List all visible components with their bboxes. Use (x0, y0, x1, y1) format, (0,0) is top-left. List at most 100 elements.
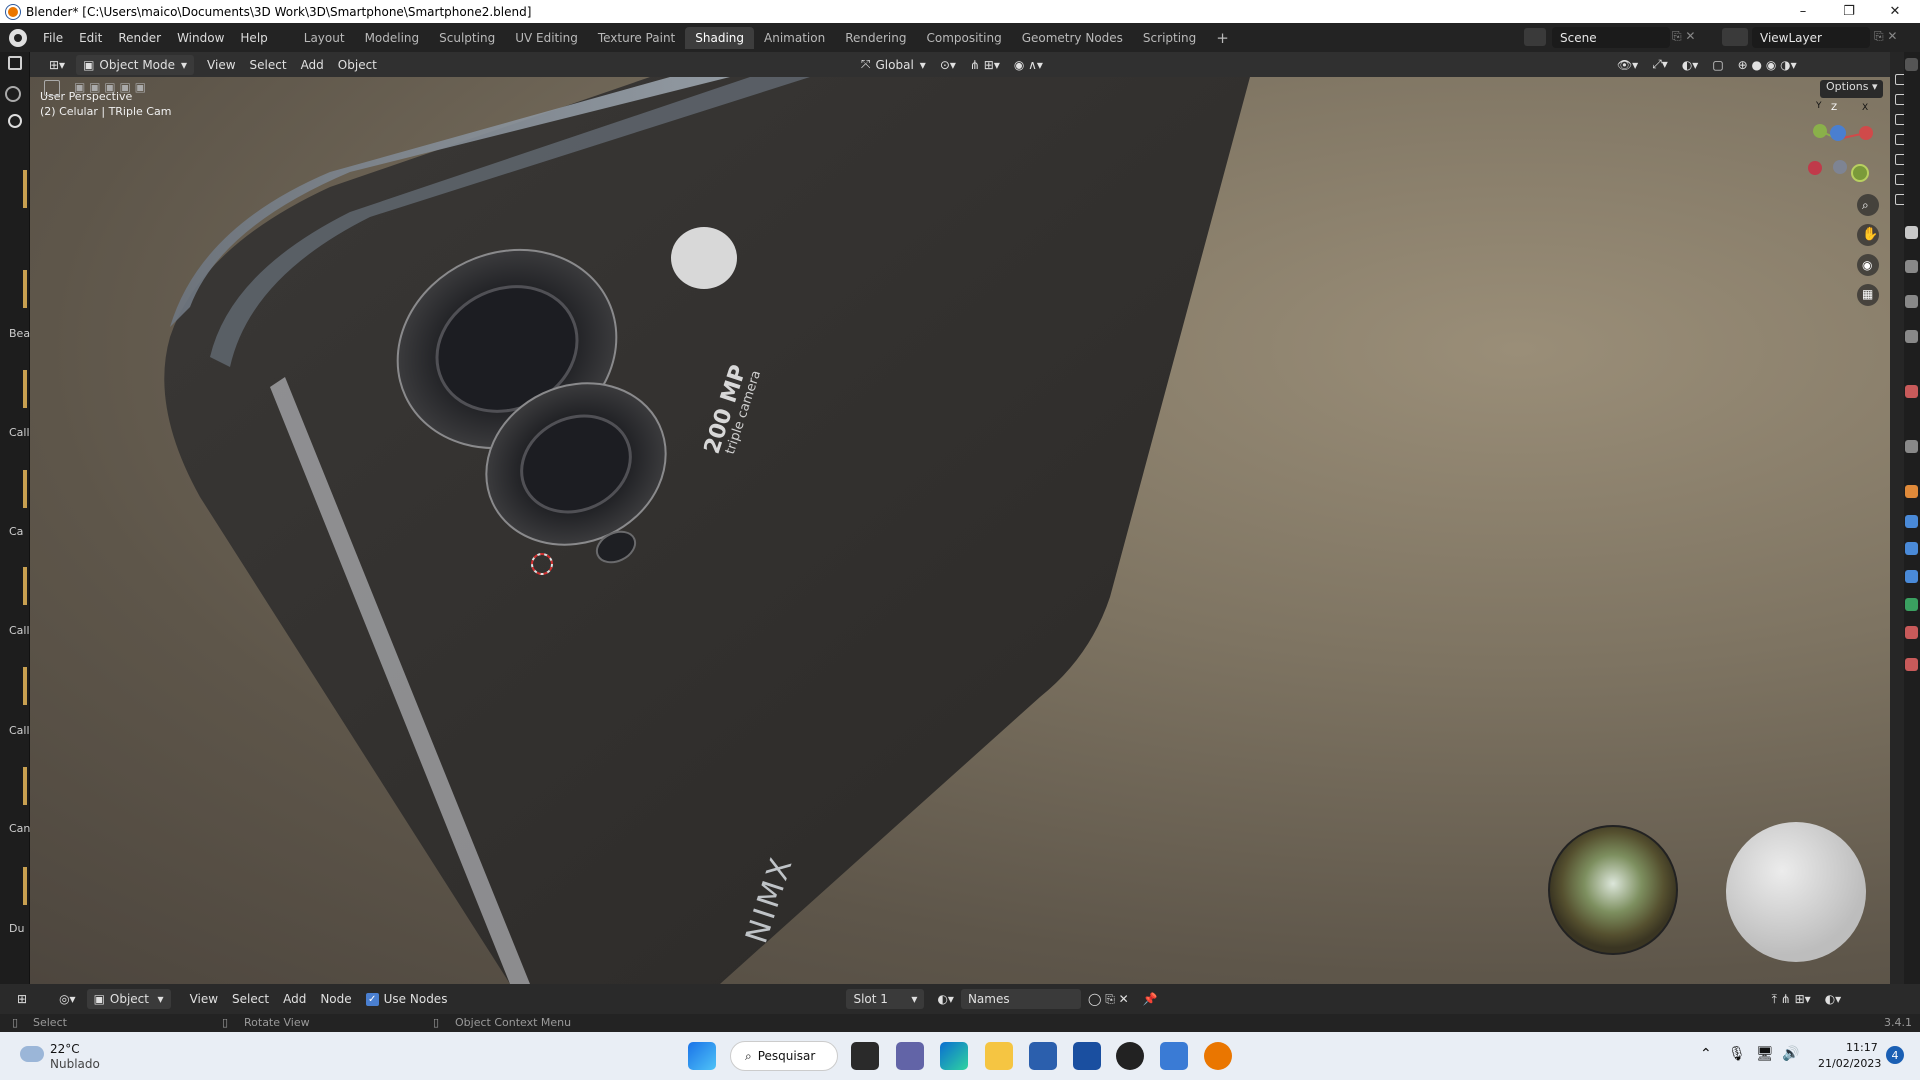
tab-rendering[interactable]: Rendering (835, 27, 916, 49)
menu-view[interactable]: View (200, 55, 242, 75)
xray-icon[interactable]: ▢ (1705, 55, 1730, 75)
modifier-wrench-icon[interactable] (1905, 515, 1918, 528)
texture-icon[interactable] (1905, 658, 1918, 671)
overlays-icon[interactable]: ◐▾ (1675, 55, 1706, 75)
minimize-button[interactable]: – (1780, 0, 1826, 23)
slot-select[interactable]: Slot 1 ▾ (846, 989, 925, 1009)
editor-type-icon[interactable] (8, 56, 22, 70)
menu-add[interactable]: Add (276, 989, 313, 1009)
viewlayer-field[interactable]: ViewLayer (1752, 27, 1870, 48)
material-browse-icon[interactable]: ◐▾ (930, 989, 961, 1009)
tab-shading[interactable]: Shading (685, 26, 754, 49)
scene-field[interactable]: Scene (1552, 27, 1670, 48)
shading-modes-icon[interactable]: ⊕ ● ◉ ◑▾ (1731, 55, 1804, 75)
tab-scripting[interactable]: Scripting (1133, 27, 1206, 49)
add-workspace-button[interactable]: + (1206, 25, 1239, 51)
menu-node[interactable]: Node (313, 989, 358, 1009)
gizmo-x-label[interactable]: X (1862, 103, 1868, 113)
menu-select[interactable]: Select (225, 989, 276, 1009)
file-explorer-icon[interactable] (985, 1042, 1013, 1070)
maximize-button[interactable]: ❐ (1826, 0, 1872, 23)
gizmo-z-label[interactable]: Z (1831, 103, 1837, 113)
clock-time[interactable]: 11:17 (1846, 1041, 1878, 1054)
physics-icon[interactable] (1905, 570, 1918, 583)
menu-select[interactable]: Select (243, 55, 294, 75)
tab-geometry-nodes[interactable]: Geometry Nodes (1012, 27, 1133, 49)
3d-app-icon[interactable] (1160, 1042, 1188, 1070)
scene-actions-icon[interactable]: ⎘ ✕ (1672, 29, 1716, 47)
weather-desc[interactable]: Nublado (50, 1057, 100, 1071)
menu-window[interactable]: Window (169, 31, 232, 45)
blender-taskbar-icon[interactable] (1204, 1042, 1232, 1070)
close-button[interactable]: ✕ (1872, 0, 1918, 23)
tab-sculpting[interactable]: Sculpting (429, 27, 505, 49)
menu-add[interactable]: Add (294, 55, 331, 75)
volume-icon[interactable]: 🔊 (1782, 1046, 1799, 1062)
menu-view[interactable]: View (183, 989, 225, 1009)
tab-animation[interactable]: Animation (754, 27, 835, 49)
zoom-icon[interactable]: ⌕ (1862, 198, 1869, 213)
object-type-select[interactable]: ▣ Object ▾ (86, 989, 171, 1009)
view-layer-icon[interactable] (1905, 330, 1918, 343)
node-snap-icon[interactable]: ⤒ ⋔ ⊞▾ (1765, 989, 1818, 1009)
weather-temp[interactable]: 22°C (50, 1042, 80, 1056)
viewlayer-browse-icon[interactable] (1722, 28, 1748, 46)
search-icon[interactable] (8, 114, 22, 128)
tool-icon[interactable] (5, 86, 21, 102)
use-nodes-checkbox[interactable]: ✓ Use Nodes (359, 989, 455, 1009)
store-icon[interactable] (1029, 1042, 1057, 1070)
world-properties-icon[interactable] (1905, 385, 1918, 398)
tab-layout[interactable]: Layout (294, 27, 355, 49)
pin-icon[interactable]: 📌 (1136, 989, 1165, 1009)
media-player-icon[interactable] (1116, 1042, 1144, 1070)
windows-start-icon[interactable] (688, 1042, 716, 1070)
proportional-edit-icon[interactable]: ◉ ∧▾ (1007, 55, 1050, 75)
material-name-field[interactable]: Names (960, 989, 1081, 1009)
notification-badge[interactable]: 4 (1886, 1046, 1904, 1064)
clock-date[interactable]: 21/02/2023 (1818, 1057, 1881, 1070)
pan-hand-icon[interactable]: ✋ (1862, 227, 1878, 242)
microphone-icon[interactable]: 🎙 (1728, 1046, 1746, 1062)
shader-type-icon[interactable]: ◎▾ (52, 989, 83, 1009)
3d-viewport[interactable]: 200 MP triple camera NIMX User Perspecti… (30, 77, 1890, 984)
options-button[interactable]: Options ▾ (1820, 80, 1884, 98)
camera-view-icon[interactable]: ◉ (1862, 258, 1872, 272)
teams-icon[interactable] (896, 1042, 924, 1070)
menu-help[interactable]: Help (232, 31, 275, 45)
render-properties-icon[interactable] (1905, 260, 1918, 273)
constraints-icon[interactable] (1905, 598, 1918, 611)
particles-icon[interactable] (1905, 542, 1918, 555)
notepad-icon[interactable] (1073, 1042, 1101, 1070)
collection-icon[interactable] (1905, 440, 1918, 453)
viewlayer-actions-icon[interactable]: ⎘ ✕ (1874, 29, 1914, 47)
gizmo-y-label[interactable]: Y (1816, 101, 1822, 111)
material-actions-icon[interactable]: ◯ ⎘ ✕ (1081, 989, 1136, 1009)
output-properties-icon[interactable] (1905, 295, 1918, 308)
tray-chevron-icon[interactable]: ⌃ (1700, 1046, 1712, 1062)
network-icon[interactable]: 🖥 (1756, 1046, 1774, 1062)
node-overlays-icon[interactable]: ◐▾ (1818, 989, 1849, 1009)
visibility-icon[interactable]: 👁▾ (1610, 55, 1645, 75)
scene-browse-icon[interactable] (1524, 28, 1546, 46)
edge-icon[interactable] (940, 1042, 968, 1070)
menu-edit[interactable]: Edit (71, 31, 110, 45)
editor-type-icon[interactable]: ⊞ (10, 989, 34, 1009)
mode-select[interactable]: ▣ Object Mode ▾ (76, 54, 195, 75)
menu-render[interactable]: Render (110, 31, 169, 45)
tab-texture-paint[interactable]: Texture Paint (588, 27, 685, 49)
snap-icon[interactable]: ⋔ ⊞▾ (963, 55, 1007, 75)
tab-compositing[interactable]: Compositing (916, 27, 1011, 49)
tool-properties-icon[interactable] (1905, 226, 1918, 239)
object-properties-icon[interactable] (1905, 485, 1918, 498)
material-icon[interactable] (1905, 626, 1918, 639)
select-modes-icon[interactable]: ▣ ▣ ▣ ▣ ▣ (74, 80, 164, 96)
task-view-icon[interactable] (851, 1042, 879, 1070)
tab-modeling[interactable]: Modeling (355, 27, 430, 49)
select-tool-icon[interactable] (44, 80, 60, 96)
menu-file[interactable]: File (35, 31, 71, 45)
orientation-select[interactable]: ⤧ Global ▾ (854, 55, 933, 75)
ortho-grid-icon[interactable]: ▦ (1862, 287, 1873, 301)
gizmo-toggle-icon[interactable]: ⤢▾ (1645, 55, 1675, 75)
tab-uv-editing[interactable]: UV Editing (505, 27, 588, 49)
outliner-filter-icon[interactable] (1905, 58, 1918, 71)
